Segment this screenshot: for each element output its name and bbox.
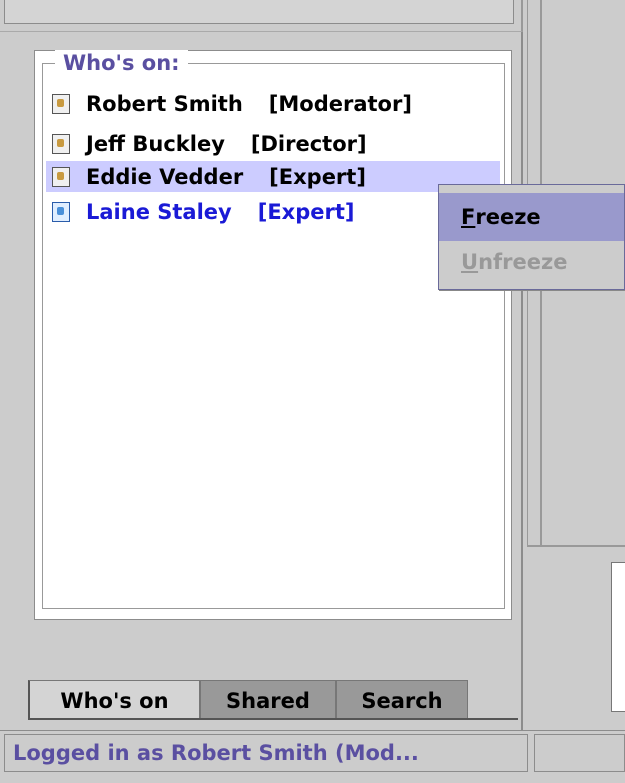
tab-search[interactable]: Search [336, 680, 468, 720]
status-text: Logged in as Robert Smith (Mod... [4, 734, 528, 772]
user-role: [Moderator] [268, 91, 412, 116]
user-row-jeff-buckley[interactable]: Jeff Buckley [Director] [46, 128, 367, 159]
tab-baseline [28, 718, 518, 720]
menu-label: reeze [475, 205, 541, 229]
status-cell-secondary [534, 734, 625, 772]
user-name: Jeff Buckley [86, 131, 225, 156]
right-text-area[interactable] [611, 562, 625, 712]
tab-whos-on[interactable]: Who's on [28, 680, 200, 720]
group-title: Who's on: [55, 50, 188, 76]
menu-item-unfreeze: Unfreeze [439, 238, 624, 286]
user-role: [Expert] [257, 199, 355, 224]
top-strip-inner [4, 0, 514, 24]
user-row-robert-smith[interactable]: Robert Smith [Moderator] [46, 88, 412, 119]
user-name: Eddie Vedder [86, 164, 244, 189]
user-row-laine-staley[interactable]: Laine Staley [Expert] [46, 196, 354, 227]
user-name: Laine Staley [86, 199, 232, 224]
user-role: [Expert] [269, 164, 366, 189]
mnemonic: F [461, 205, 476, 229]
user-icon [52, 166, 70, 187]
mnemonic: U [461, 250, 479, 274]
user-name: Robert Smith [86, 91, 243, 116]
user-icon [52, 133, 70, 154]
menu-label: nfreeze [478, 250, 568, 274]
context-menu: Freeze Unfreeze [438, 184, 625, 290]
user-row-eddie-vedder[interactable]: Eddie Vedder [Expert] [46, 161, 500, 192]
user-icon [52, 201, 70, 222]
menu-item-freeze[interactable]: Freeze [439, 193, 624, 241]
tab-shared[interactable]: Shared [200, 680, 336, 720]
user-role: [Director] [250, 131, 367, 156]
user-icon [52, 93, 70, 114]
